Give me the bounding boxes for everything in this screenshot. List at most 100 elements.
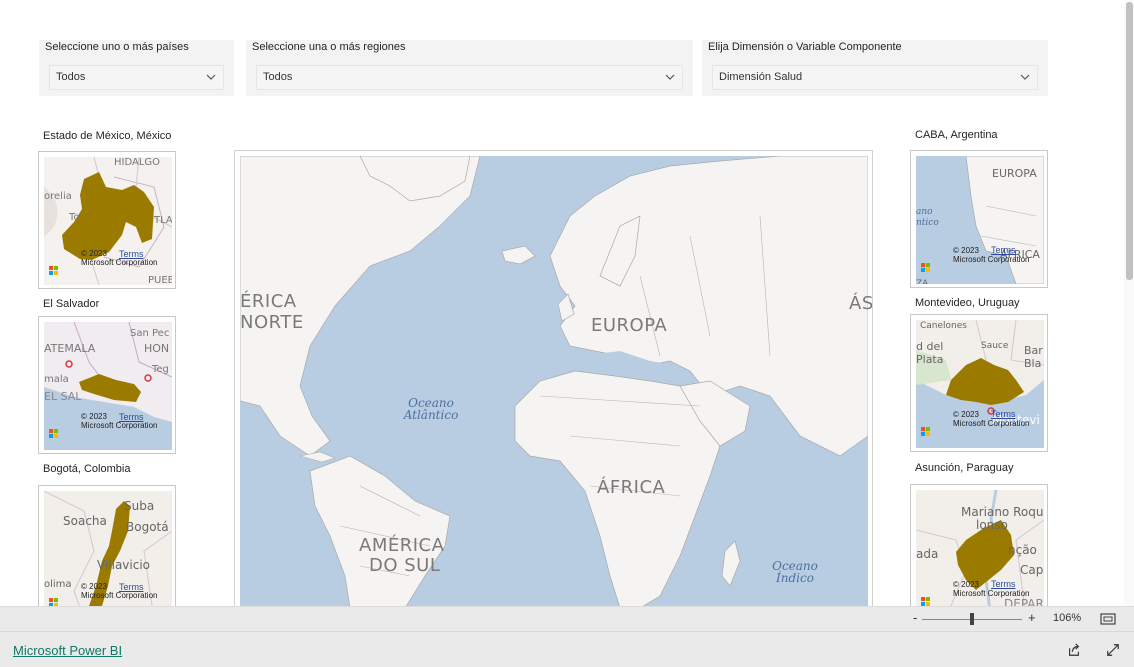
chevron-down-icon [665, 74, 675, 80]
map-tile-montevideo[interactable]: Canelones d del Plata Sauce Bar Bla Mont… [910, 314, 1048, 452]
region-filter: Seleccione una o más regiones Todos [246, 40, 693, 96]
mini-map: EUROPA ano ntico ÁFRICA ZA [916, 156, 1044, 284]
tile-label-estado-de-mexico: Estado de México, México [43, 130, 172, 142]
place-hidalgo: HIDALGO [114, 157, 160, 168]
label-europe: EUROPA [591, 315, 668, 336]
place-honduras: HON [144, 342, 169, 355]
copyright: © 2023 [953, 580, 979, 589]
place-tegucigalpa: Teg [151, 364, 169, 375]
label-south-america-2: DO SUL [369, 555, 441, 576]
zoom-level: 106% [1053, 612, 1082, 624]
place-rio-de-la-plata-2: Plata [916, 353, 943, 366]
chevron-down-icon [206, 74, 216, 80]
copyright: © 2023 [953, 246, 979, 255]
tile-label-el-salvador: El Salvador [43, 298, 100, 310]
vertical-scrollbar[interactable] [1124, 0, 1134, 606]
dimension-filter-label: Elija Dimensión o Variable Componente [708, 41, 902, 53]
copyright: © 2023 [81, 412, 107, 421]
microsoft-logo-icon [921, 597, 930, 606]
place-soacha: Soacha [63, 514, 107, 528]
dimension-dropdown-value: Dimensión Salud [719, 71, 803, 83]
scrollbar-thumb[interactable] [1126, 2, 1133, 280]
company: Microsoft Corporation [953, 419, 1030, 428]
world-map[interactable]: EUROPA ÁFRICA AMÉRICA DO SUL ÉRICA NORTE… [234, 150, 873, 610]
label-atlantic-ocean: Oceano Atlântico [403, 396, 459, 422]
label-north-america-1: ÉRICA [240, 291, 297, 312]
dimension-filter: Elija Dimensión o Variable Componente Di… [702, 40, 1048, 96]
label-asia: ÁS [849, 293, 873, 314]
copyright: © 2023 [953, 410, 979, 419]
terms-link[interactable]: Terms [991, 409, 1016, 419]
place-barros: Bar [1024, 344, 1043, 357]
terms-link[interactable]: Terms [119, 582, 144, 592]
map-tile-caba[interactable]: EUROPA ano ntico ÁFRICA ZA © 2023 Microso… [910, 150, 1048, 288]
terms-link[interactable]: Terms [119, 249, 144, 259]
terms-link[interactable]: Terms [991, 579, 1016, 589]
place-europa: EUROPA [992, 167, 1037, 180]
place-mariano-roque: Mariano Roque [961, 505, 1044, 519]
map-tile-asuncion[interactable]: Mariano Roque lonso ada nção Capi DEPAR … [910, 484, 1048, 622]
place-guatemala: ATEMALA [44, 342, 96, 355]
map-tile-el-salvador[interactable]: San Pec ATEMALA HON Teg mala EL SAL © 20… [38, 316, 176, 454]
label-south-america-1: AMÉRICA [359, 535, 445, 556]
place-canelones: Canelones [920, 321, 967, 331]
place-san-pedro: San Pec [130, 328, 169, 339]
place-blanco: Bla [1024, 357, 1041, 370]
microsoft-logo-icon [921, 263, 930, 272]
region-filter-label: Seleccione una o más regiones [252, 41, 406, 53]
power-bi-link[interactable]: Microsoft Power BI [13, 643, 122, 658]
place-asuncion: nção [1008, 543, 1037, 557]
company: Microsoft Corporation [81, 591, 158, 600]
terms-link[interactable]: Terms [119, 412, 144, 422]
zoom-out-button[interactable]: - [913, 610, 917, 625]
place-el-salvador: EL SAL [44, 390, 82, 403]
place-tolima: olima [44, 579, 72, 590]
company: Microsoft Corporation [81, 258, 158, 267]
copyright: © 2023 [81, 249, 107, 258]
place-rio-de-la-plata-1: d del [916, 340, 943, 353]
place-villavicencio: Villavicio [97, 558, 150, 572]
place-toluca: To [68, 212, 80, 223]
company: Microsoft Corporation [953, 589, 1030, 598]
region-dropdown-value: Todos [263, 71, 293, 83]
chevron-down-icon [1020, 74, 1030, 80]
zoom-in-button[interactable]: + [1028, 610, 1036, 625]
country-filter-label: Seleccione uno o más países [45, 41, 189, 53]
company: Microsoft Corporation [953, 255, 1030, 264]
tile-label-montevideo: Montevideo, Uruguay [915, 297, 1020, 309]
region-dropdown[interactable]: Todos [256, 65, 683, 90]
dimension-dropdown[interactable]: Dimensión Salud [712, 65, 1038, 90]
footer-bar: Microsoft Power BI [0, 631, 1134, 667]
mini-map: Canelones d del Plata Sauce Bar Bla Mont… [916, 320, 1044, 448]
place-za: ZA [916, 279, 929, 284]
place-guatemala-city: mala [44, 374, 69, 385]
copyright: © 2023 [81, 582, 107, 591]
map-tile-estado-de-mexico[interactable]: HIDALGO orelia To TLA PUEB © 2023 Microso… [38, 151, 176, 289]
country-filter: Seleccione uno o más países Todos [39, 40, 234, 96]
microsoft-logo-icon [921, 427, 930, 436]
mini-map: San Pec ATEMALA HON Teg mala EL SAL [44, 322, 172, 450]
company: Microsoft Corporation [81, 421, 158, 430]
label-north-america-2: NORTE [240, 312, 304, 333]
place-suba: Suba [124, 499, 154, 513]
tile-label-bogota: Bogotá, Colombia [43, 463, 131, 475]
world-map-canvas [240, 156, 868, 608]
map-tile-bogota[interactable]: Suba Soacha Bogotá Villavicio olima © 20… [38, 485, 176, 623]
place-sauce: Sauce [981, 341, 1009, 351]
place-oceano: ano [916, 207, 933, 217]
fit-to-page-icon[interactable] [1100, 613, 1116, 625]
fullscreen-icon[interactable] [1106, 643, 1120, 657]
place-tlaxcala: TLA [153, 215, 172, 226]
tile-label-caba: CABA, Argentina [915, 129, 998, 141]
country-dropdown-value: Todos [56, 71, 86, 83]
country-dropdown[interactable]: Todos [49, 65, 224, 90]
label-indian-ocean: Oceano Índico [772, 559, 818, 585]
microsoft-logo-icon [49, 266, 58, 275]
place-puebla: PUEB [148, 275, 172, 285]
terms-link[interactable]: Terms [991, 245, 1016, 255]
zoom-slider-thumb[interactable] [970, 613, 974, 625]
share-icon[interactable] [1067, 643, 1081, 657]
place-atlantico: ntico [916, 218, 939, 228]
place-bogota: Bogotá [126, 520, 169, 534]
place-lambare: ada [916, 547, 938, 561]
